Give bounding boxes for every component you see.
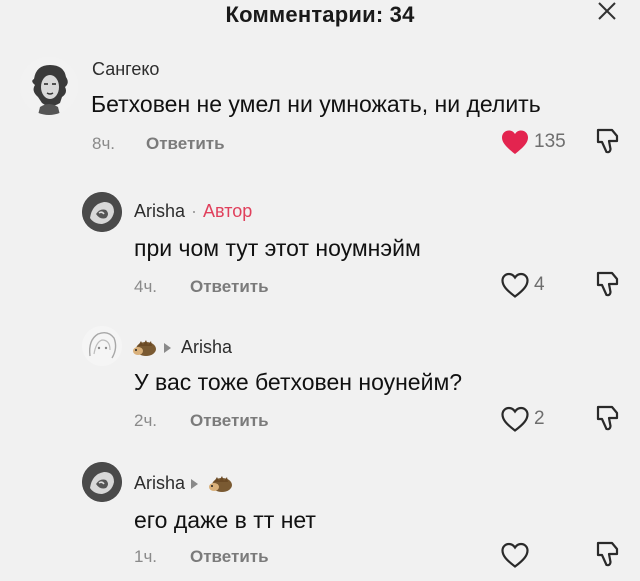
comment-username[interactable]: Сангеко	[92, 59, 159, 80]
like-button[interactable]: 2	[500, 404, 545, 434]
comments-title: Комментарии: 34	[225, 2, 415, 27]
like-count: 2	[534, 408, 545, 429]
like-count: 4	[534, 274, 545, 295]
avatar[interactable]	[82, 192, 122, 232]
avatar[interactable]	[82, 326, 122, 366]
reply-button[interactable]: Ответить	[190, 277, 269, 297]
author-badge: Автор	[203, 201, 253, 221]
like-button[interactable]: 135	[500, 127, 566, 157]
separator-dot: ·	[191, 201, 198, 221]
comment-text: при чом тут этот ноумнэйм	[134, 235, 421, 261]
avatar[interactable]	[20, 57, 78, 115]
comment-username[interactable]: Arisha · Автор	[134, 201, 252, 222]
reply-button[interactable]: Ответить	[190, 411, 269, 431]
heart-outline-icon	[501, 406, 529, 432]
comment-time: 1ч.	[134, 547, 158, 566]
dislike-icon[interactable]	[593, 126, 623, 156]
reply-button[interactable]: Ответить	[190, 547, 269, 567]
comment-time: 2ч.	[134, 411, 158, 430]
comments-header: Комментарии: 34	[0, 0, 640, 36]
username-text: Arisha	[134, 473, 186, 493]
comment-text: Бетховен не умел ни умножать, ни делить	[91, 91, 541, 117]
heart-outline-icon	[501, 542, 529, 568]
dislike-icon[interactable]	[593, 269, 623, 299]
dislike-icon[interactable]	[593, 539, 623, 569]
dislike-icon[interactable]	[593, 403, 623, 433]
close-icon[interactable]	[596, 0, 618, 22]
like-button[interactable]: 4	[500, 270, 545, 300]
comment-time: 8ч.	[92, 134, 116, 153]
comment-time: 4ч.	[134, 277, 158, 296]
like-count: 135	[534, 131, 566, 152]
username-text: Arisha	[134, 201, 186, 221]
hedgehog-icon	[133, 340, 156, 357]
heart-outline-icon	[501, 272, 529, 298]
reply-target[interactable]: Arisha	[132, 337, 232, 358]
comment-text: его даже в тт нет	[134, 507, 316, 533]
comment-text: У вас тоже бетховен ноунейм?	[134, 369, 463, 395]
heart-filled-icon	[502, 130, 528, 154]
reply-button[interactable]: Ответить	[146, 134, 225, 154]
like-button[interactable]	[500, 540, 534, 570]
hedgehog-icon	[209, 476, 233, 493]
comment-username[interactable]: Arisha	[134, 473, 234, 494]
reply-arrow-icon	[191, 479, 199, 490]
reply-to-username: Arisha	[181, 337, 233, 357]
reply-arrow-icon	[164, 343, 171, 354]
avatar[interactable]	[82, 462, 122, 502]
